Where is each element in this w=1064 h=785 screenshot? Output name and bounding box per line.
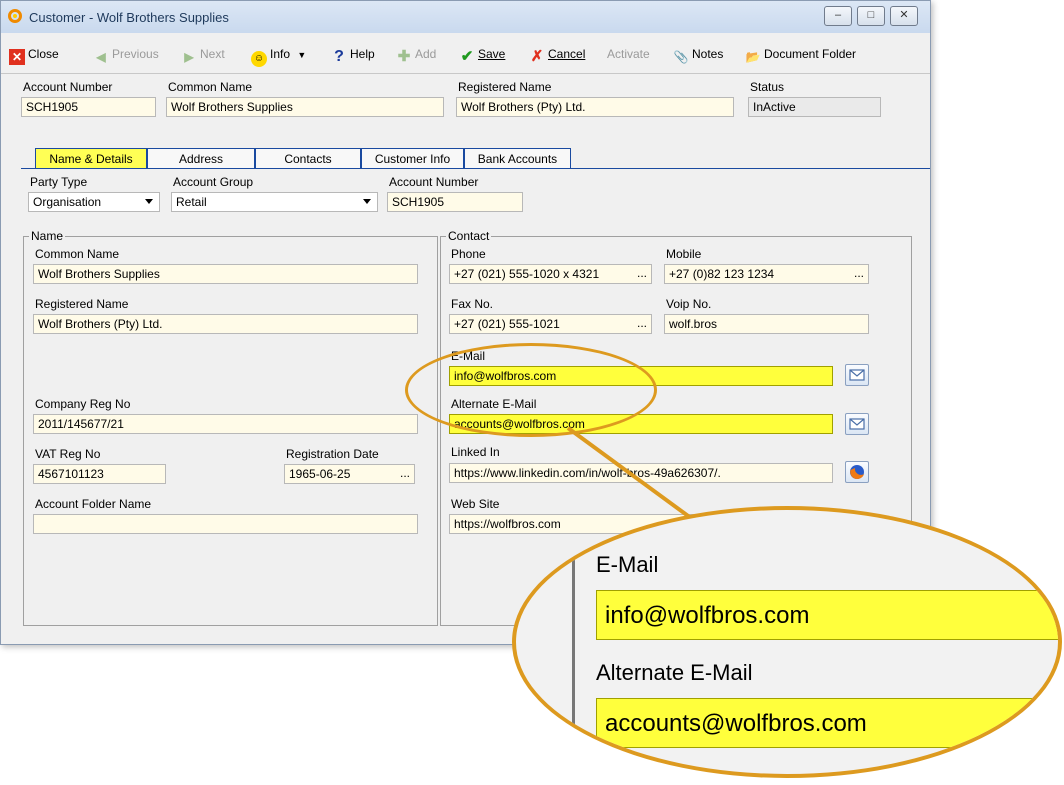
activate-button[interactable]: Activate [607, 47, 650, 61]
mobile-label: Mobile [666, 247, 702, 261]
registration-date-field[interactable]: 1965-06-25... [284, 464, 415, 484]
tab-strip-line [21, 168, 930, 169]
close-icon: ✕ [9, 49, 25, 65]
window-title: Customer - Wolf Brothers Supplies [29, 10, 229, 25]
firefox-icon [850, 465, 864, 480]
voip-label: Voip No. [666, 297, 712, 311]
tab-contacts[interactable]: Contacts [255, 148, 361, 168]
tab-customer-info[interactable]: Customer Info [361, 148, 464, 168]
name-common-name-label: Common Name [35, 247, 120, 261]
paperclip-icon: 📎 [673, 50, 689, 64]
magnified-group-border [572, 510, 575, 774]
voip-field[interactable]: wolf.bros [664, 314, 869, 334]
vat-reg-label: VAT Reg No [35, 447, 101, 461]
name-registered-name-field[interactable]: Wolf Brothers (Pty) Ltd. [33, 314, 418, 334]
app-logo-icon [8, 9, 22, 23]
tab-address[interactable]: Address [147, 148, 255, 168]
fax-field[interactable]: +27 (021) 555-1021... [449, 314, 652, 334]
company-reg-label: Company Reg No [35, 397, 131, 411]
phone-field[interactable]: +27 (021) 555-1020 x 4321... [449, 264, 652, 284]
website-label: Web Site [451, 497, 500, 511]
account-folder-label: Account Folder Name [35, 497, 152, 511]
status-label: Status [750, 80, 785, 94]
title-bar[interactable]: Customer - Wolf Brothers Supplies – □ ✕ [1, 1, 930, 33]
cancel-button[interactable]: ✗ Cancel [529, 47, 586, 65]
tab-name-details[interactable]: Name & Details [35, 148, 147, 168]
account-number-field[interactable]: SCH1905 [21, 97, 156, 117]
dropdown-arrow-icon [363, 199, 371, 204]
save-button[interactable]: ✔ Save [459, 47, 506, 65]
details-account-number-field[interactable]: SCH1905 [387, 192, 523, 212]
dropdown-arrow-icon [145, 199, 153, 204]
ellipsis-button[interactable]: ... [637, 316, 647, 330]
notes-button[interactable]: 📎 Notes [673, 47, 724, 65]
help-button[interactable]: ? Help [331, 47, 375, 65]
account-folder-field[interactable] [33, 514, 418, 534]
account-number-label: Account Number [23, 80, 113, 94]
phone-label: Phone [451, 247, 486, 261]
checkmark-icon: ✔ [460, 48, 474, 65]
close-window-button[interactable]: ✕ [890, 6, 918, 26]
send-alt-email-button[interactable] [845, 413, 869, 435]
fax-label: Fax No. [451, 297, 494, 311]
name-common-name-field[interactable]: Wolf Brothers Supplies [33, 264, 418, 284]
dropdown-arrow-icon: ▼ [297, 50, 307, 60]
contact-group-title: Contact [446, 229, 492, 243]
envelope-icon [849, 369, 865, 381]
send-email-button[interactable] [845, 364, 869, 386]
arrow-left-icon: ◀ [96, 50, 106, 64]
party-type-label: Party Type [30, 175, 88, 189]
open-linkedin-button[interactable] [845, 461, 869, 483]
ellipsis-button[interactable]: ... [637, 266, 647, 280]
magnified-alt-email-label: Alternate E-Mail [596, 660, 753, 685]
maximize-button[interactable]: □ [857, 6, 885, 26]
linkedin-label: Linked In [451, 445, 500, 459]
mobile-field[interactable]: +27 (0)82 123 1234... [664, 264, 869, 284]
registration-date-label: Registration Date [286, 447, 379, 461]
info-button[interactable]: ☺ Info ▼ [251, 47, 306, 67]
plus-icon: ✚ [397, 48, 411, 65]
magnifier-callout: E-Mail info@wolfbros.com Alternate E-Mai… [512, 506, 1062, 778]
toolbar-divider [1, 73, 930, 74]
magnified-alt-email-field: accounts@wolfbros.com [596, 698, 1058, 748]
registered-name-field[interactable]: Wolf Brothers (Pty) Ltd. [456, 97, 734, 117]
common-name-field[interactable]: Wolf Brothers Supplies [166, 97, 444, 117]
x-icon: ✗ [530, 48, 544, 65]
registered-name-label: Registered Name [458, 80, 552, 94]
tab-bank-accounts[interactable]: Bank Accounts [464, 148, 571, 168]
account-group-select[interactable]: Retail [171, 192, 378, 212]
common-name-label: Common Name [168, 80, 253, 94]
ellipsis-button[interactable]: ... [400, 466, 410, 480]
document-folder-button[interactable]: 📂 Document Folder [745, 47, 857, 65]
account-group-label: Account Group [173, 175, 254, 189]
question-icon: ? [334, 48, 344, 65]
minimize-button[interactable]: – [824, 6, 852, 26]
previous-button[interactable]: ◀ Previous [93, 47, 158, 65]
envelope-icon [849, 418, 865, 430]
close-button[interactable]: ✕ Close [9, 47, 59, 65]
smiley-icon: ☺ [251, 51, 267, 67]
status-field: InActive [748, 97, 881, 117]
details-account-number-label: Account Number [389, 175, 479, 189]
company-reg-field[interactable]: 2011/145677/21 [33, 414, 418, 434]
vat-reg-field[interactable]: 4567101123 [33, 464, 166, 484]
name-registered-name-label: Registered Name [35, 297, 129, 311]
next-button[interactable]: ▶ Next [181, 47, 224, 65]
ellipsis-button[interactable]: ... [854, 266, 864, 280]
magnified-email-label: E-Mail [596, 552, 659, 577]
arrow-right-icon: ▶ [184, 50, 194, 64]
magnified-email-field: info@wolfbros.com [596, 590, 1058, 640]
folder-icon: 📂 [745, 50, 761, 64]
toolbar: ✕ Close ◀ Previous ▶ Next ☺ Info ▼ ? Help ✚ Ad… [9, 41, 923, 69]
party-type-select[interactable]: Organisation [28, 192, 160, 212]
add-button[interactable]: ✚ Add [396, 47, 437, 65]
name-group-title: Name [29, 229, 66, 243]
